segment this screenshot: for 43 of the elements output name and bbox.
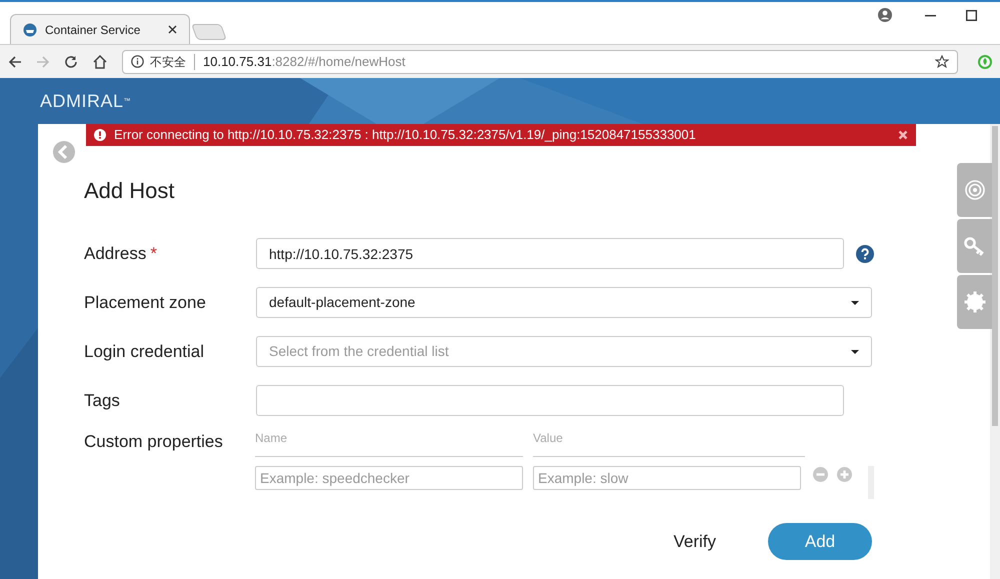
help-icon[interactable] xyxy=(856,244,874,262)
side-tab[interactable] xyxy=(957,219,992,273)
security-label: 不安全 xyxy=(150,54,186,70)
star-icon[interactable] xyxy=(935,54,949,68)
profile-icon[interactable] xyxy=(878,8,892,22)
field-label: Login credential xyxy=(84,340,204,363)
verify-button[interactable]: Verify xyxy=(673,528,716,554)
maximize-icon[interactable] xyxy=(966,10,977,21)
extension-icon[interactable] xyxy=(978,54,992,68)
address-bar[interactable]: 不安全 10.10.75.31:8282/#/home/newHost xyxy=(122,50,958,74)
scrollbar-thumb[interactable] xyxy=(992,126,998,426)
url-text: 10.10.75.31:8282/#/home/newHost xyxy=(203,52,406,71)
close-icon[interactable] xyxy=(168,25,177,34)
text-field[interactable]: http://10.10.75.32:2375 xyxy=(256,238,844,269)
side-tab[interactable] xyxy=(957,163,992,217)
minimize-icon[interactable] xyxy=(925,15,936,17)
field-label: Address xyxy=(84,242,146,265)
alert-icon xyxy=(94,129,106,141)
gear-icon xyxy=(964,291,986,313)
input-field[interactable]: Example: slow xyxy=(533,466,801,490)
select-field[interactable]: default-placement-zone xyxy=(256,287,872,318)
column-header: Name xyxy=(255,427,523,457)
text-field[interactable] xyxy=(256,385,844,416)
back-icon[interactable] xyxy=(8,54,22,68)
required-mark: * xyxy=(150,242,157,265)
alert-message: Error connecting to http://10.10.75.32:2375 : http://10.10.75.32:2375/v1.19/_ping:1520847155333001 xyxy=(114,126,697,144)
home-icon[interactable] xyxy=(92,54,108,68)
side-tab[interactable] xyxy=(957,275,992,329)
column-header: Value xyxy=(533,427,805,457)
field-label: Tags xyxy=(84,390,120,412)
caret-icon xyxy=(851,350,859,354)
brand-logo[interactable]: ADMIRAL$^{™}$ xyxy=(40,88,132,114)
new-tab-button[interactable] xyxy=(191,24,227,40)
caret-icon xyxy=(851,300,859,304)
key-icon xyxy=(964,236,986,256)
field-label: Placement zone xyxy=(84,292,206,314)
reload-icon[interactable] xyxy=(64,54,78,68)
field-label: Custom properties xyxy=(84,432,223,451)
input-field[interactable]: Example: speedchecker xyxy=(255,466,523,490)
info-icon[interactable] xyxy=(131,55,144,68)
page-title: Add Host xyxy=(84,177,176,204)
browser-tab[interactable]: Container Service xyxy=(10,14,190,44)
target-icon xyxy=(964,180,984,200)
